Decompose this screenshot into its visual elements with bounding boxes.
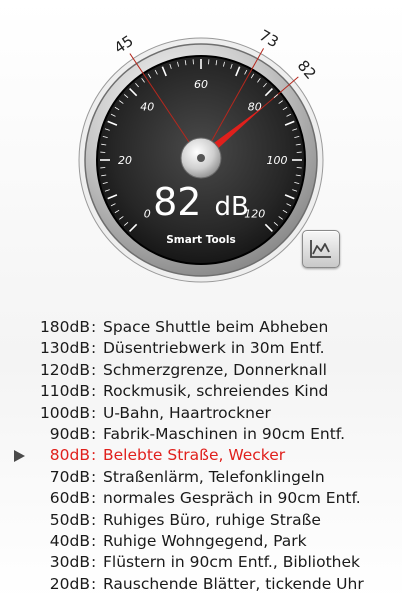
level-description: Ruhiges Büro, ruhige Straße bbox=[103, 510, 321, 529]
level-description: U-Bahn, Haartrockner bbox=[103, 403, 271, 422]
list-item: 40dB: Ruhige Wohngegend, Park bbox=[0, 531, 402, 552]
sound-level-gauge: 45 73 82 0 20 40 60 80 100 120 82 dB Smart Tools bbox=[0, 0, 402, 300]
separator: : bbox=[91, 446, 97, 465]
level-db: 40dB bbox=[49, 531, 90, 550]
level-db: 180dB bbox=[39, 318, 90, 336]
separator: : bbox=[91, 424, 97, 443]
separator: : bbox=[91, 403, 97, 422]
brand-label: Smart Tools bbox=[166, 234, 236, 246]
level-db: 90dB bbox=[49, 424, 90, 443]
line-chart-icon bbox=[310, 240, 331, 258]
list-item: 20dB: Rauschende Blätter, tickende Uhr bbox=[0, 574, 402, 595]
separator: : bbox=[91, 360, 97, 379]
level-description: Rauschende Blätter, tickende Uhr bbox=[103, 574, 364, 593]
scale-label: 20 bbox=[118, 154, 132, 167]
level-db: 50dB bbox=[49, 510, 90, 529]
current-level-pointer-icon bbox=[14, 450, 25, 463]
list-item: 130dB: Düsentriebwerk in 30m Entf. bbox=[0, 338, 402, 359]
list-item: 180dB: Space Shuttle beim Abheben bbox=[0, 317, 402, 338]
peak-marker-label: 82 bbox=[294, 57, 320, 83]
scale-label: 0 bbox=[144, 208, 151, 221]
level-db: 60dB bbox=[49, 489, 90, 508]
scale-label: 40 bbox=[140, 100, 154, 113]
level-description: Schmerzgrenze, Donnerknall bbox=[103, 360, 327, 379]
reading-value: 82 bbox=[153, 180, 201, 224]
list-item: 50dB: Ruhiges Büro, ruhige Straße bbox=[0, 510, 402, 531]
level-db: 80dB bbox=[49, 446, 90, 465]
separator: : bbox=[91, 339, 97, 358]
level-db: 120dB bbox=[39, 360, 90, 379]
level-description: Fabrik-Maschinen in 90cm Entf. bbox=[103, 424, 346, 443]
reading-unit: dB bbox=[215, 192, 249, 222]
level-db: 70dB bbox=[49, 467, 90, 486]
level-description: Belebte Straße, Wecker bbox=[103, 446, 286, 465]
chart-button[interactable] bbox=[302, 230, 340, 268]
level-db: 100dB bbox=[39, 403, 90, 422]
separator: : bbox=[91, 382, 97, 401]
list-item-current: 80dB: Belebte Straße, Wecker bbox=[0, 445, 402, 466]
peak-marker-label: 73 bbox=[256, 26, 281, 51]
separator: : bbox=[91, 574, 97, 593]
noise-reference-list: 180dB: Space Shuttle beim Abheben 130dB: Dü… bbox=[0, 317, 402, 595]
separator: : bbox=[91, 553, 97, 572]
list-item: 30dB: Flüstern in 90cm Entf., Bibliothek bbox=[0, 552, 402, 573]
level-description: Ruhige Wohngegend, Park bbox=[103, 531, 307, 550]
peak-marker-label: 45 bbox=[111, 32, 137, 58]
scale-label: 80 bbox=[248, 100, 262, 113]
level-description: Flüstern in 90cm Entf., Bibliothek bbox=[103, 553, 361, 572]
gauge-dial: 45 7382 020406080100120 82 dB Smart Tools bbox=[78, 26, 324, 283]
separator: : bbox=[91, 318, 97, 336]
list-item: 70dB: Straßenlärm, Telefonklingeln bbox=[0, 467, 402, 488]
level-description: normales Gespräch in 90cm Entf. bbox=[103, 489, 361, 508]
separator: : bbox=[91, 510, 97, 529]
level-description: Space Shuttle beim Abheben bbox=[103, 318, 329, 336]
level-db: 20dB bbox=[49, 574, 90, 593]
list-item: 100dB: U-Bahn, Haartrockner bbox=[0, 403, 402, 424]
list-item: 120dB: Schmerzgrenze, Donnerknall bbox=[0, 360, 402, 381]
separator: : bbox=[91, 489, 97, 508]
separator: : bbox=[91, 531, 97, 550]
list-item: 110dB: Rockmusik, schreiendes Kind bbox=[0, 381, 402, 402]
level-db: 130dB bbox=[39, 339, 90, 358]
level-description: Düsentriebwerk in 30m Entf. bbox=[103, 339, 325, 358]
sound-meter-app: 45 73 82 0 20 40 60 80 100 120 82 dB Smart Tools… bbox=[0, 0, 402, 600]
level-description: Rockmusik, schreiendes Kind bbox=[103, 382, 329, 401]
scale-label: 60 bbox=[194, 78, 208, 91]
list-item: 60dB: normales Gespräch in 90cm Entf. bbox=[0, 488, 402, 509]
list-item: 90dB: Fabrik-Maschinen in 90cm Entf. bbox=[0, 424, 402, 445]
level-db: 30dB bbox=[49, 553, 90, 572]
separator: : bbox=[91, 467, 97, 486]
level-db: 110dB bbox=[39, 382, 90, 401]
level-description: Straßenlärm, Telefonklingeln bbox=[103, 467, 325, 486]
scale-label: 100 bbox=[267, 154, 288, 167]
